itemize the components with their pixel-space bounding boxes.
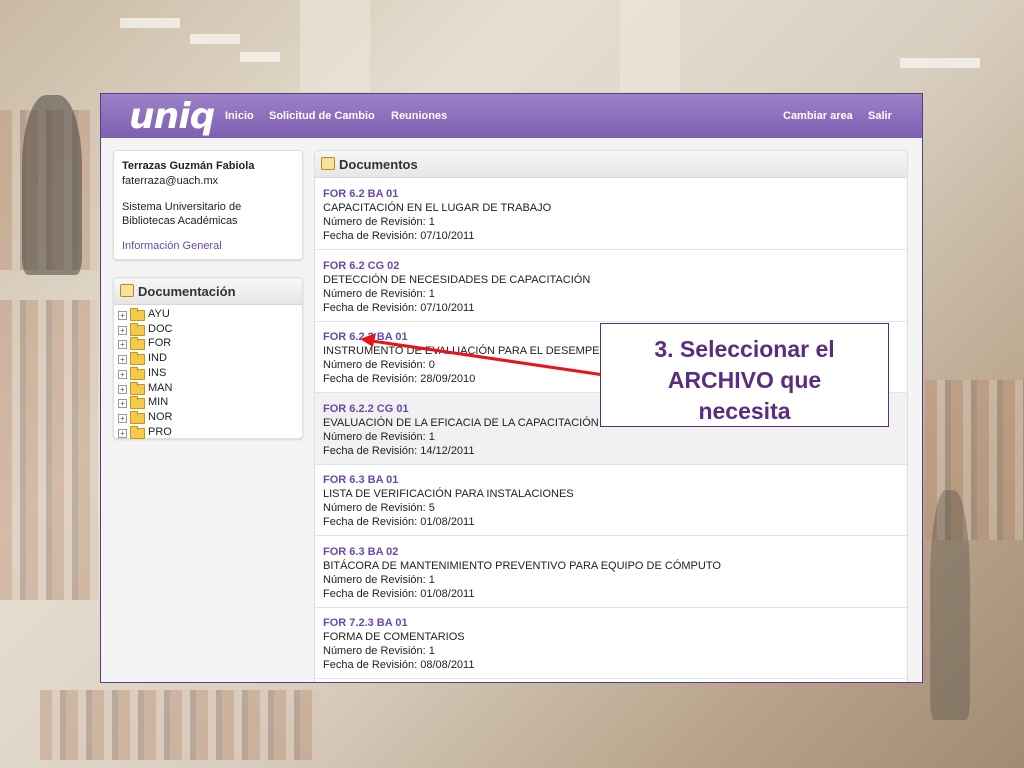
instruction-callout: 3. Seleccionar el ARCHIVO que necesita <box>600 323 889 427</box>
callout-line-1: 3. Seleccionar el <box>654 336 835 362</box>
callout-line-3: necesita <box>698 398 791 424</box>
arrow-line <box>371 339 605 377</box>
callout-line-2: ARCHIVO que <box>667 367 822 393</box>
arrow-head <box>360 333 376 347</box>
